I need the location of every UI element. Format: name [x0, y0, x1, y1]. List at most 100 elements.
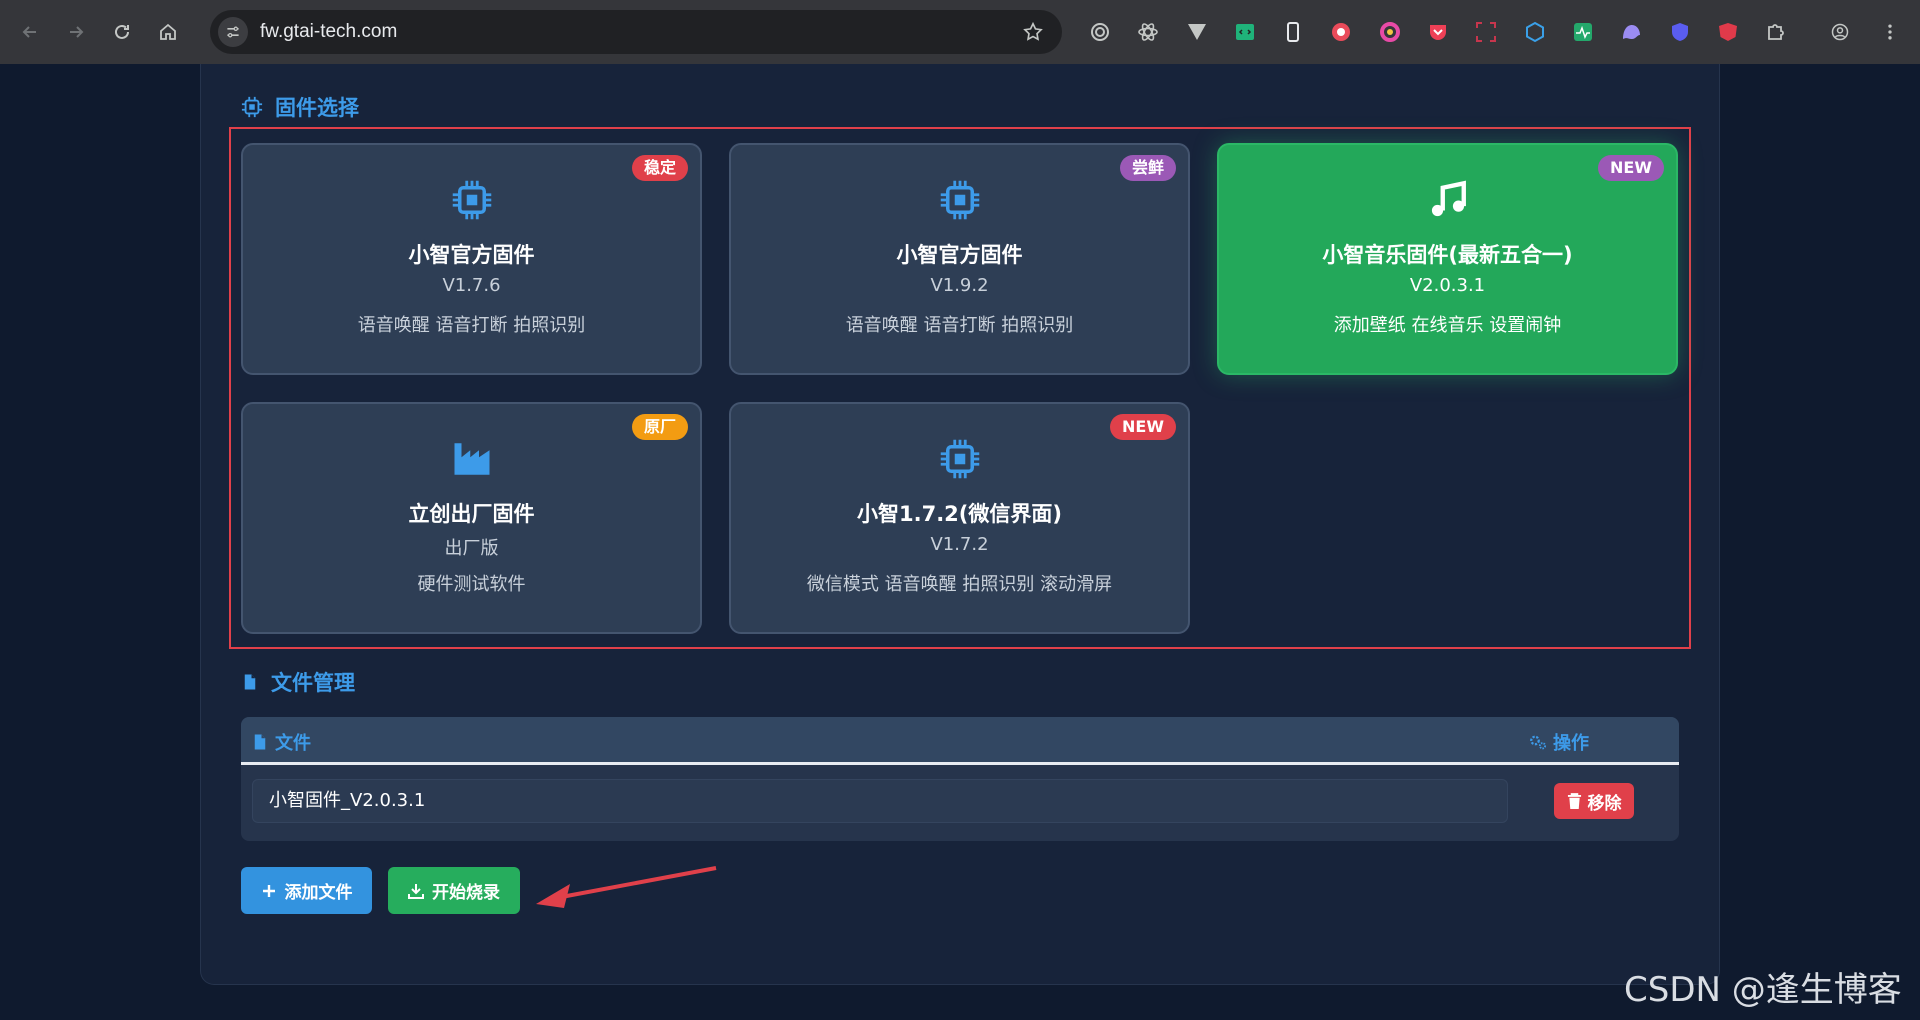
extension-button[interactable]	[1323, 14, 1359, 50]
remove-file-button[interactable]: 移除	[1554, 783, 1634, 819]
file-icon	[244, 674, 256, 690]
firmware-section-label: 固件选择	[275, 96, 359, 120]
firmware-description: 添加壁纸 在线音乐 设置闹钟	[1333, 315, 1562, 336]
firmware-title: 小智官方固件	[896, 243, 1023, 267]
extension-button[interactable]	[1130, 14, 1166, 50]
plus-icon	[262, 884, 275, 897]
extension-button[interactable]	[1710, 14, 1746, 50]
file-section-title: 文件管理	[241, 667, 355, 697]
pocket-icon	[1430, 25, 1447, 40]
extension-button[interactable]	[1517, 14, 1553, 50]
firmware-badge: 尝鲜	[1119, 155, 1176, 181]
firmware-version: V1.9.2	[930, 275, 989, 296]
annotation-arrow	[536, 866, 717, 908]
firmware-title: 小智官方固件	[408, 243, 535, 267]
extension-button[interactable]	[1372, 14, 1408, 50]
firmware-card[interactable]: 原厂立创出厂固件 出厂版硬件测试软件	[241, 402, 702, 634]
firmware-card[interactable]: NEW 小智音乐固件(最新五合一) V2.0.3.1 添加壁纸 在线音乐 设置闹钟	[1217, 143, 1678, 375]
extension-button[interactable]	[1758, 14, 1794, 50]
browser-toolbar: fw.gtai-tech.com	[0, 0, 1920, 64]
home-icon	[160, 23, 176, 40]
firmware-badge: 原厂	[631, 414, 688, 440]
more-vertical-icon	[1888, 24, 1892, 40]
file-table-header: 文件 操作	[241, 717, 1679, 765]
forward-button[interactable]	[58, 14, 94, 50]
screenshot-icon	[1476, 22, 1497, 42]
back-button[interactable]	[12, 14, 48, 50]
firmware-badge: 稳定	[631, 155, 688, 181]
extension-button[interactable]	[1275, 14, 1311, 50]
extensions-bar	[1082, 14, 1806, 50]
arrow-right-icon	[70, 26, 84, 38]
firmware-title: 小智1.7.2(微信界面)	[857, 502, 1062, 526]
puzzle-icon	[1768, 24, 1785, 40]
firmware-description: 语音唤醒 语音打断 拍照识别	[845, 315, 1074, 336]
firmware-title: 立创出厂固件	[408, 502, 535, 526]
firmware-card[interactable]: 尝鲜小智官方固件 V1.9.2 语音唤醒 语音打断 拍照识别	[729, 143, 1190, 375]
chip-icon	[451, 179, 493, 221]
firmware-version: V2.0.3.1	[1409, 275, 1486, 296]
ring-icon	[1379, 22, 1400, 42]
star-icon[interactable]	[1022, 21, 1044, 43]
extension-button[interactable]	[1179, 14, 1215, 50]
file-table: 文件 操作 小智固件_V2.0.3.1 移除	[241, 717, 1679, 841]
vue-icon	[1187, 24, 1206, 40]
target-icon	[1091, 23, 1109, 41]
pulse-icon	[1573, 23, 1592, 41]
firmware-version: V1.7.2	[930, 534, 989, 555]
extension-button[interactable]	[1565, 14, 1601, 50]
factory-icon	[451, 438, 493, 480]
cube-icon	[1525, 21, 1544, 43]
extension-button[interactable]	[1468, 14, 1504, 50]
firmware-card[interactable]: NEW 小智1.7.2(微信界面) V1.7.2 微信模式 语音唤醒 拍照识别 滚动滑…	[729, 402, 1190, 634]
reload-button[interactable]	[104, 14, 140, 50]
add-file-button[interactable]: 添加文件	[241, 867, 372, 914]
shield-icon	[1671, 23, 1688, 41]
phone-icon	[1287, 22, 1300, 42]
site-info-button[interactable]	[218, 17, 248, 47]
file-column-header: 文件	[251, 729, 311, 755]
code-window-icon	[1235, 24, 1254, 40]
firmware-title: 小智音乐固件(最新五合一)	[1322, 243, 1573, 267]
chip-icon	[939, 179, 981, 221]
firmware-description: 硬件测试软件	[417, 574, 526, 595]
menu-button[interactable]	[1872, 14, 1908, 50]
firmware-version: 出厂版	[444, 538, 499, 559]
tune-icon	[227, 26, 239, 38]
home-button[interactable]	[150, 14, 186, 50]
angular-icon	[1718, 23, 1737, 41]
extension-button[interactable]	[1662, 14, 1698, 50]
download-icon	[408, 883, 424, 899]
firmware-version: V1.7.6	[442, 275, 501, 296]
url-text[interactable]: fw.gtai-tech.com	[260, 21, 397, 43]
profile-button[interactable]	[1822, 14, 1858, 50]
file-name-field[interactable]: 小智固件_V2.0.3.1	[252, 779, 1508, 823]
reload-icon	[115, 24, 129, 39]
music-icon	[1427, 179, 1469, 221]
extension-button[interactable]	[1082, 14, 1118, 50]
chip-icon	[939, 438, 981, 480]
ghost-icon	[1623, 25, 1641, 39]
firmware-description: 微信模式 语音唤醒 拍照识别 滚动滑屏	[806, 574, 1113, 595]
firmware-badge: NEW	[1598, 155, 1664, 181]
account-icon	[1831, 23, 1849, 41]
start-burn-button[interactable]: 开始烧录	[388, 867, 520, 914]
watermark: CSDN @逢生博客	[1624, 970, 1902, 1010]
color-wheel-icon	[1332, 23, 1351, 41]
extension-button[interactable]	[1613, 14, 1649, 50]
extension-button[interactable]	[1420, 14, 1456, 50]
address-bar[interactable]: fw.gtai-tech.com	[210, 10, 1062, 54]
profile-area	[1822, 14, 1908, 50]
firmware-badge: NEW	[1110, 414, 1176, 440]
firmware-card[interactable]: 稳定小智官方固件 V1.7.6 语音唤醒 语音打断 拍照识别	[241, 143, 702, 375]
arrow-left-icon	[22, 26, 36, 38]
gears-icon	[1530, 735, 1547, 750]
file-icon	[254, 734, 266, 750]
chip-icon	[241, 96, 263, 118]
firmware-section-title: 固件选择	[241, 92, 359, 122]
file-section-label: 文件管理	[271, 671, 355, 695]
trash-icon	[1567, 792, 1581, 809]
extension-button[interactable]	[1227, 14, 1263, 50]
action-column-header: 操作	[1529, 729, 1589, 755]
firmware-description: 语音唤醒 语音打断 拍照识别	[357, 315, 586, 336]
